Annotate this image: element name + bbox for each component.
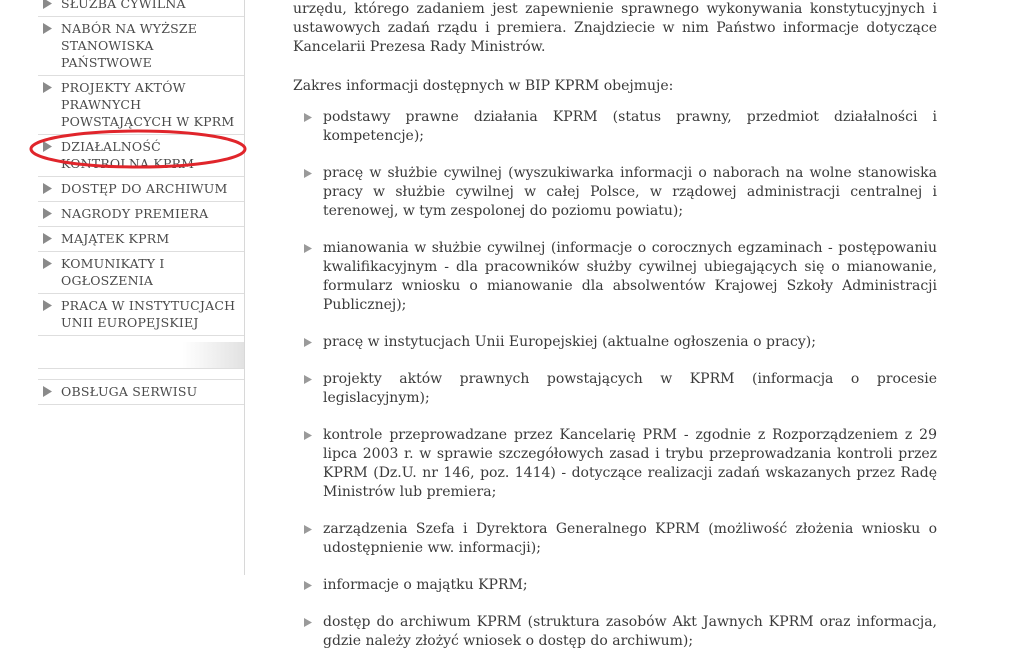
sidebar-item-dostep-do-archiwum[interactable]: DOSTĘP DO ARCHIWUM (38, 177, 244, 202)
list-item-text: pracę w instytucjach Unii Europejskiej (… (323, 334, 816, 350)
sidebar-item-label: MAJĄTEK KPRM (61, 231, 170, 246)
list-item-text: pracę w służbie cywilnej (wyszukiwarka i… (323, 165, 937, 219)
bullet-triangle-icon (304, 338, 312, 347)
sidebar-item-majatek-kprm[interactable]: MAJĄTEK KPRM (38, 227, 244, 252)
bullet-triangle-icon (304, 525, 312, 534)
sidebar-item-label: PROJEKTY AKTÓW PRAWNYCH POWSTAJĄCYCH W K… (61, 80, 235, 129)
bullet-triangle-icon (304, 375, 312, 384)
triangle-arrow-icon (43, 0, 52, 9)
main-content: urzędu, którego zadaniem jest zapewnieni… (293, 0, 937, 669)
bullet-triangle-icon (304, 581, 312, 590)
sidebar-item-label: PRACA W INSTYTUCJACH UNII EUROPEJSKIEJ (61, 298, 236, 330)
sidebar-item-label: KOMUNIKATY I OGŁOSZENIA (61, 256, 165, 288)
triangle-arrow-icon (43, 386, 52, 397)
list-item-text: projekty aktów prawnych powstających w K… (323, 371, 937, 406)
sidebar-item-label: SŁUŻBA CYWILNA (61, 0, 186, 11)
list-item: projekty aktów prawnych powstających w K… (293, 370, 937, 408)
list-item-text: mianowania w służbie cywilnej (informacj… (323, 240, 937, 313)
sidebar-item-obsluga-serwisu[interactable]: OBSŁUGA SERWISU (38, 380, 244, 405)
bullet-triangle-icon (304, 431, 312, 440)
list-item: zarządzenia Szefa i Dyrektora Generalneg… (293, 520, 937, 558)
sidebar-menu: SŁUŻBA CYWILNA NABÓR NA WYŻSZE STANOWISK… (38, 0, 245, 575)
bullet-triangle-icon (304, 244, 312, 253)
sidebar-item-label: OBSŁUGA SERWISU (61, 384, 198, 399)
bullet-triangle-icon (304, 113, 312, 122)
intro-paragraph: urzędu, którego zadaniem jest zapewnieni… (293, 1, 937, 55)
sidebar-item-projekty-aktow[interactable]: PROJEKTY AKTÓW PRAWNYCH POWSTAJĄCYCH W K… (38, 76, 244, 135)
sidebar-item-label: DOSTĘP DO ARCHIWUM (61, 181, 228, 196)
sidebar-item-nagrody-premiera[interactable]: NAGRODY PREMIERA (38, 202, 244, 227)
list-item: podstawy prawne działania KPRM (status p… (293, 108, 937, 146)
triangle-arrow-icon (43, 233, 52, 244)
sidebar-item-praca-ue[interactable]: PRACA W INSTYTUCJACH UNII EUROPEJSKIEJ (38, 294, 244, 336)
triangle-arrow-icon (43, 23, 52, 34)
list-item: pracę w służbie cywilnej (wyszukiwarka i… (293, 164, 937, 221)
list-item-text: informacje o majątku KPRM; (323, 577, 528, 593)
sidebar-item-sluzba-cywilna[interactable]: SŁUŻBA CYWILNA (38, 0, 244, 17)
list-item-text: podstawy prawne działania KPRM (status p… (323, 109, 937, 144)
list-item-text: kontrole przeprowadzane przez Kancelarię… (323, 427, 937, 500)
list-item: kontrole przeprowadzane przez Kancelarię… (293, 426, 937, 502)
list-item-text: dostęp do archiwum KPRM (struktura zasob… (323, 614, 937, 649)
info-list: podstawy prawne działania KPRM (status p… (293, 108, 937, 651)
menu-separator (38, 369, 244, 380)
list-item: informacje o majątku KPRM; (293, 576, 937, 595)
sidebar-item-label: NAGRODY PREMIERA (61, 206, 209, 221)
triangle-arrow-icon (43, 82, 52, 93)
triangle-arrow-icon (43, 300, 52, 311)
menu-list: SŁUŻBA CYWILNA NABÓR NA WYŻSZE STANOWISK… (38, 0, 244, 405)
list-item-text: zarządzenia Szefa i Dyrektora Generalneg… (323, 521, 937, 556)
list-item: mianowania w służbie cywilnej (informacj… (293, 239, 937, 315)
bullet-triangle-icon (304, 618, 312, 627)
bullet-triangle-icon (304, 169, 312, 178)
triangle-arrow-icon (43, 208, 52, 219)
list-item: pracę w instytucjach Unii Europejskiej (… (293, 333, 937, 352)
triangle-arrow-icon (43, 183, 52, 194)
lead-text: Zakres informacji dostępnych w BIP KPRM … (293, 78, 674, 94)
sidebar-item-label: DZIAŁALNOŚĆ KONTROLNA KPRM (61, 139, 195, 171)
sidebar-item-komunikaty[interactable]: KOMUNIKATY I OGŁOSZENIA (38, 252, 244, 294)
sidebar-item-dzialalnosc-kontrolna[interactable]: DZIAŁALNOŚĆ KONTROLNA KPRM (38, 135, 244, 177)
list-item: dostęp do archiwum KPRM (struktura zasob… (293, 613, 937, 651)
triangle-arrow-icon (43, 258, 52, 269)
triangle-arrow-icon (43, 141, 52, 152)
menu-separator (38, 342, 244, 369)
sidebar-item-label: NABÓR NA WYŻSZE STANOWISKA PAŃSTWOWE (61, 21, 198, 70)
sidebar-item-nabor[interactable]: NABÓR NA WYŻSZE STANOWISKA PAŃSTWOWE (38, 17, 244, 76)
